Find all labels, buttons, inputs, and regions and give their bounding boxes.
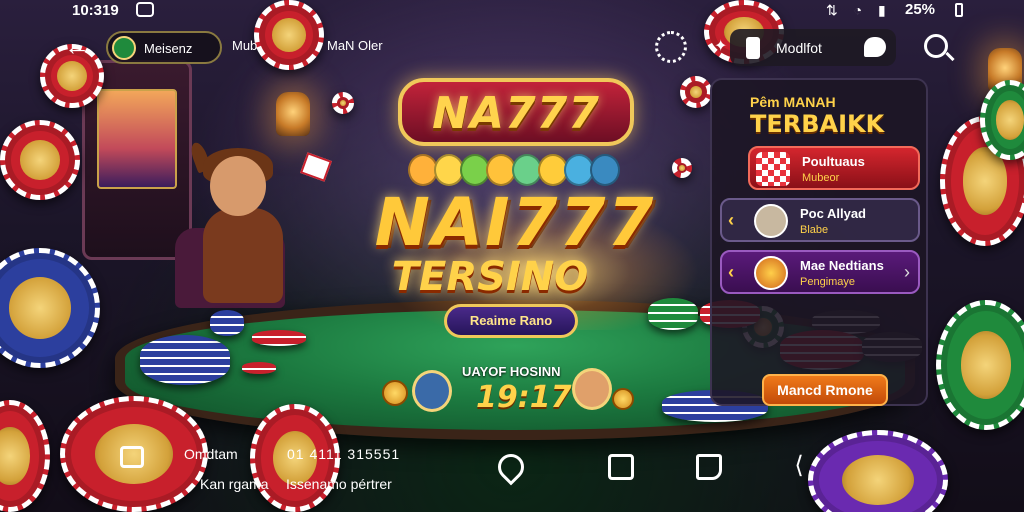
panel-title: Pêm MANAH bbox=[750, 94, 836, 110]
game-card[interactable]: ‹ Mae Nedtians Pengimaye › bbox=[720, 250, 920, 294]
chip-stack bbox=[648, 298, 698, 330]
nav-link[interactable]: MaN Oler bbox=[327, 38, 383, 53]
game-thumbnail-icon bbox=[756, 152, 790, 186]
bottom-nav-bar: Omdtam 01 4111 315551 Kan rgama Issenamo… bbox=[0, 440, 1024, 512]
game-card-subtitle: Mubeor bbox=[802, 172, 840, 184]
game-card[interactable]: ‹ Poc Allyad Blabe bbox=[720, 198, 920, 242]
chip-decoration bbox=[680, 76, 712, 108]
bottom-text: Omdtam bbox=[184, 446, 238, 462]
play-now-button[interactable]: Reaime Rano bbox=[444, 304, 578, 338]
jackpot-label: UAYOF HOSINN bbox=[462, 364, 561, 379]
bottom-text: Issenamo pértrer bbox=[286, 476, 392, 492]
bottom-text: Kan rgama bbox=[200, 476, 269, 492]
account-icon bbox=[112, 36, 136, 60]
chip-decoration bbox=[0, 120, 80, 200]
battery-text: 25% bbox=[905, 1, 936, 18]
chip-decoration bbox=[672, 158, 692, 178]
game-card[interactable]: Poultuaus Mubeor bbox=[748, 146, 920, 190]
chip-decoration bbox=[332, 92, 354, 114]
account-label: Meisenz bbox=[144, 41, 193, 56]
chevron-right-icon[interactable]: › bbox=[904, 262, 910, 283]
main-logo-subtitle: TERSINO bbox=[391, 254, 589, 300]
player-avatar[interactable] bbox=[412, 370, 452, 412]
playing-cards-icon bbox=[300, 152, 332, 182]
chat-icon[interactable] bbox=[864, 37, 886, 57]
game-card-subtitle: Blabe bbox=[800, 224, 829, 236]
main-logo-title: NAI777 bbox=[374, 184, 656, 261]
nav-link[interactable]: Mub bbox=[232, 38, 257, 53]
panel-action-button[interactable]: Mancd Rmone bbox=[762, 374, 888, 406]
bottom-text: 01 4111 315551 bbox=[287, 446, 401, 462]
phone-icon bbox=[746, 37, 760, 59]
coin-icon bbox=[382, 380, 408, 406]
chevron-left-icon[interactable]: ‹ bbox=[728, 210, 734, 231]
back-button[interactable]: ← bbox=[58, 30, 96, 64]
character-body bbox=[203, 208, 283, 303]
coin-icon bbox=[612, 388, 634, 410]
game-card-subtitle: Pengimaye bbox=[800, 276, 856, 288]
wall-lamp bbox=[276, 92, 310, 136]
contact-pill[interactable]: Modlfot bbox=[730, 29, 896, 66]
top-games-panel: Pêm MANAH TERBAIKK Poultuaus Mubeor ‹ Po… bbox=[710, 78, 928, 406]
chip-stack bbox=[210, 310, 244, 336]
promo-tag-icon[interactable] bbox=[696, 454, 722, 480]
character-illustration bbox=[175, 140, 335, 308]
status-time: 10:319 bbox=[72, 2, 119, 19]
slot-machine-screen bbox=[97, 89, 177, 189]
chip-decoration bbox=[936, 300, 1024, 430]
player-avatar[interactable] bbox=[572, 368, 612, 410]
app-notification-icon bbox=[136, 2, 154, 17]
chip-stack bbox=[252, 330, 306, 346]
game-thumbnail-icon bbox=[754, 256, 788, 290]
panel-heading: TERBAIKK bbox=[750, 110, 885, 138]
lucky-wheel-icon[interactable] bbox=[655, 31, 687, 63]
emoji-icon bbox=[590, 154, 620, 186]
brand-logo-badge: NA777 bbox=[398, 78, 634, 146]
game-card-title: Poultuaus bbox=[802, 154, 865, 169]
home-icon[interactable] bbox=[120, 446, 144, 468]
game-card-title: Mae Nedtians bbox=[800, 258, 884, 273]
signal-icons: ⇅ ◔ ▮ bbox=[826, 2, 892, 18]
share-icon[interactable]: ⟨ bbox=[786, 454, 812, 480]
game-thumbnail-icon bbox=[754, 204, 788, 238]
battery-icon bbox=[955, 3, 963, 17]
status-bar: 10:319 ⇅ ◔ ▮ 25% bbox=[0, 0, 1024, 22]
chip-stack bbox=[140, 335, 230, 385]
contact-label: Modlfot bbox=[776, 40, 822, 56]
account-pill[interactable]: Meisenz bbox=[106, 31, 222, 64]
search-icon[interactable] bbox=[924, 34, 948, 58]
location-icon[interactable] bbox=[492, 448, 530, 486]
pin-icon: ✦ bbox=[714, 38, 728, 55]
game-card-title: Poc Allyad bbox=[800, 206, 866, 221]
chip-stack bbox=[242, 362, 276, 374]
wallet-icon[interactable] bbox=[608, 454, 634, 480]
character-head bbox=[210, 156, 266, 216]
chip-decoration bbox=[0, 248, 100, 368]
brand-logo-text: NA777 bbox=[432, 88, 600, 139]
chevron-left-icon[interactable]: ‹ bbox=[728, 262, 734, 283]
jackpot-value: 19:17 bbox=[476, 380, 572, 415]
